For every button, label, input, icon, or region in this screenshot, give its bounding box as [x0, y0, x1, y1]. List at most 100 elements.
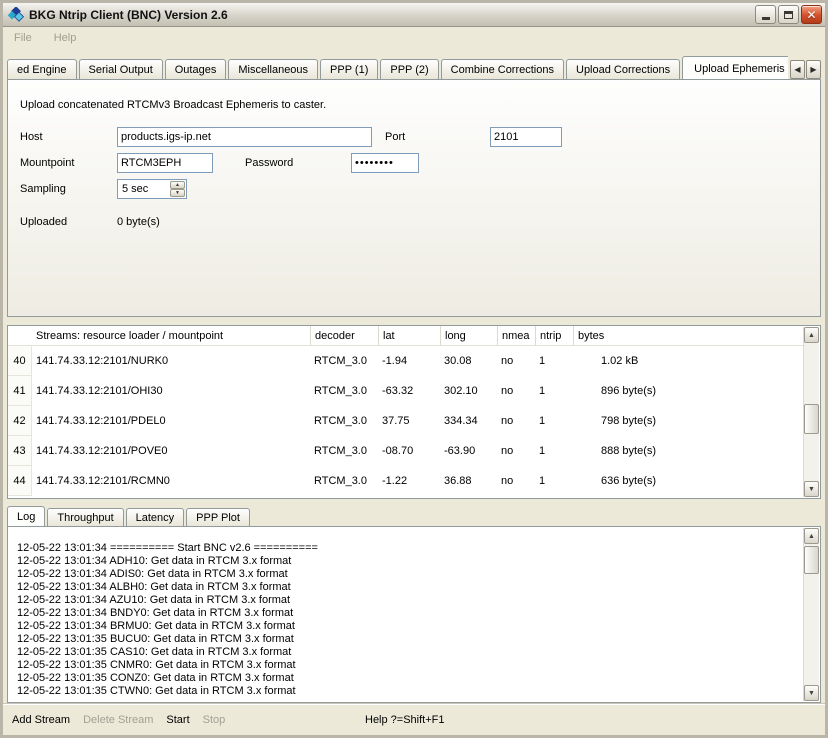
log-scrollbar[interactable]: ▲ ▼ [803, 528, 819, 701]
tab-ppp-plot[interactable]: PPP Plot [186, 508, 250, 526]
minimize-button[interactable] [755, 5, 776, 24]
password-label: Password [245, 157, 342, 169]
stop-button[interactable]: Stop [203, 714, 226, 726]
sampling-label: Sampling [20, 183, 117, 195]
tab-ed-engine[interactable]: ed Engine [7, 59, 77, 79]
log-line: 12-05-22 13:01:34 BNDY0: Get data in RTC… [17, 607, 804, 620]
tab-outages[interactable]: Outages [165, 59, 227, 79]
streams-scroll-track[interactable] [804, 343, 819, 481]
tab-latency[interactable]: Latency [126, 508, 185, 526]
tab-throughput[interactable]: Throughput [47, 508, 123, 526]
stream-cell: 141.74.33.12:2101/POVE0 [32, 436, 310, 466]
delete-stream-button[interactable]: Delete Stream [83, 714, 153, 726]
log-line: 12-05-22 13:01:34 ========== Start BNC v… [17, 542, 804, 555]
menu-help[interactable]: Help [52, 30, 79, 46]
tab-log[interactable]: Log [7, 506, 45, 526]
log-scroll-track[interactable] [804, 544, 819, 685]
port-input[interactable] [490, 127, 562, 147]
bytes-cell: 798 byte(s) [573, 406, 804, 436]
log-line: 12-05-22 13:01:34 BRMU0: Get data in RTC… [17, 620, 804, 633]
table-row[interactable]: 42141.74.33.12:2101/PDEL0RTCM_3.037.7533… [8, 406, 804, 436]
bytes-cell: 636 byte(s) [573, 466, 804, 496]
ntrip-cell: 1 [535, 376, 573, 406]
scroll-down-icon[interactable]: ▼ [804, 481, 819, 497]
long-cell: 30.08 [440, 346, 497, 376]
status-bar-actions: Add Stream Delete Stream Start Stop [12, 704, 225, 735]
nmea-cell: no [497, 436, 535, 466]
nmea-cell: no [497, 466, 535, 496]
streams-scroll-thumb[interactable] [804, 404, 819, 434]
row-number: 41 [8, 376, 32, 406]
spin-up-icon[interactable]: ▲ [170, 181, 185, 189]
column-header-decoder: decoder [310, 326, 378, 345]
help-hint: Help ?=Shift+F1 [365, 714, 445, 726]
bytes-cell: 1.02 kB [573, 346, 804, 376]
scroll-down-icon[interactable]: ▼ [804, 685, 819, 701]
app-window: BKG Ntrip Client (BNC) Version 2.6 ✕ Fil… [0, 0, 828, 738]
uploaded-label: Uploaded [20, 216, 117, 228]
titlebar[interactable]: BKG Ntrip Client (BNC) Version 2.6 ✕ [3, 3, 825, 27]
bytes-cell: 896 byte(s) [573, 376, 804, 406]
main-tab-strip: ed EngineSerial OutputOutagesMiscellaneo… [7, 54, 788, 79]
lat-cell: -08.70 [378, 436, 440, 466]
password-input[interactable] [351, 153, 419, 173]
window-controls: ✕ [755, 5, 822, 24]
column-header-nmea: nmea [497, 326, 535, 345]
table-row[interactable]: 40141.74.33.12:2101/NURK0RTCM_3.0-1.9430… [8, 346, 804, 376]
log-line: 12-05-22 13:01:34 AZU10: Get data in RTC… [17, 594, 804, 607]
column-header-long: long [440, 326, 497, 345]
table-row[interactable]: 44141.74.33.12:2101/RCMN0RTCM_3.0-1.2236… [8, 466, 804, 496]
tab-scroll-right-button[interactable]: ▶ [806, 60, 821, 79]
table-row[interactable]: 41141.74.33.12:2101/OHI30RTCM_3.0-63.323… [8, 376, 804, 406]
menu-file[interactable]: File [12, 30, 34, 46]
start-button[interactable]: Start [166, 714, 189, 726]
log-line: 12-05-22 13:01:35 CNMR0: Get data in RTC… [17, 659, 804, 672]
mountpoint-label: Mountpoint [20, 157, 117, 169]
tab-miscellaneous[interactable]: Miscellaneous [228, 59, 318, 79]
log-line: 12-05-22 13:01:35 CAS10: Get data in RTC… [17, 646, 804, 659]
window-title: BKG Ntrip Client (BNC) Version 2.6 [29, 8, 755, 22]
maximize-button[interactable] [778, 5, 799, 24]
tab-serial-output[interactable]: Serial Output [79, 59, 163, 79]
streams-scrollbar[interactable]: ▲ ▼ [803, 327, 819, 497]
ntrip-cell: 1 [535, 466, 573, 496]
tab-upload-ephemeris[interactable]: Upload Ephemeris [682, 56, 788, 79]
log-scroll-thumb[interactable] [804, 546, 819, 574]
column-header-streams-resource-loader-mountpoint: Streams: resource loader / mountpoint [32, 326, 310, 345]
row-number: 43 [8, 436, 32, 466]
tab-ppp-2[interactable]: PPP (2) [380, 59, 438, 79]
tab-combine-corrections[interactable]: Combine Corrections [441, 59, 564, 79]
log-line: 12-05-22 13:01:34 ALBH0: Get data in RTC… [17, 581, 804, 594]
lat-cell: -1.22 [378, 466, 440, 496]
sampling-value: 5 sec [122, 183, 148, 195]
spin-down-icon[interactable]: ▼ [170, 189, 185, 197]
stream-cell: 141.74.33.12:2101/PDEL0 [32, 406, 310, 436]
host-input[interactable] [117, 127, 372, 147]
lat-cell: -1.94 [378, 346, 440, 376]
close-button[interactable]: ✕ [801, 5, 822, 24]
nmea-cell: no [497, 406, 535, 436]
lat-cell: 37.75 [378, 406, 440, 436]
column-header-bytes: bytes [573, 326, 804, 345]
nmea-cell: no [497, 376, 535, 406]
log-line: 12-05-22 13:01:35 BUCU0: Get data in RTC… [17, 633, 804, 646]
tab-upload-corrections[interactable]: Upload Corrections [566, 59, 680, 79]
menu-bar: File Help [3, 27, 825, 49]
tab-scroll-arrows: ◀ ▶ [790, 60, 821, 79]
ntrip-cell: 1 [535, 436, 573, 466]
status-bar: Add Stream Delete Stream Start Stop Help ?=… [3, 703, 825, 735]
tab-ppp-1[interactable]: PPP (1) [320, 59, 378, 79]
decoder-cell: RTCM_3.0 [310, 466, 378, 496]
decoder-cell: RTCM_3.0 [310, 436, 378, 466]
long-cell: 334.34 [440, 406, 497, 436]
uploaded-value: 0 byte(s) [117, 216, 160, 228]
scroll-up-icon[interactable]: ▲ [804, 327, 819, 343]
ntrip-cell: 1 [535, 346, 573, 376]
scroll-up-icon[interactable]: ▲ [804, 528, 819, 544]
table-row[interactable]: 43141.74.33.12:2101/POVE0RTCM_3.0-08.70-… [8, 436, 804, 466]
add-stream-button[interactable]: Add Stream [12, 714, 70, 726]
mountpoint-input[interactable] [117, 153, 213, 173]
tab-scroll-left-button[interactable]: ◀ [790, 60, 805, 79]
long-cell: -63.90 [440, 436, 497, 466]
sampling-spinner[interactable]: 5 sec ▲ ▼ [117, 179, 187, 199]
